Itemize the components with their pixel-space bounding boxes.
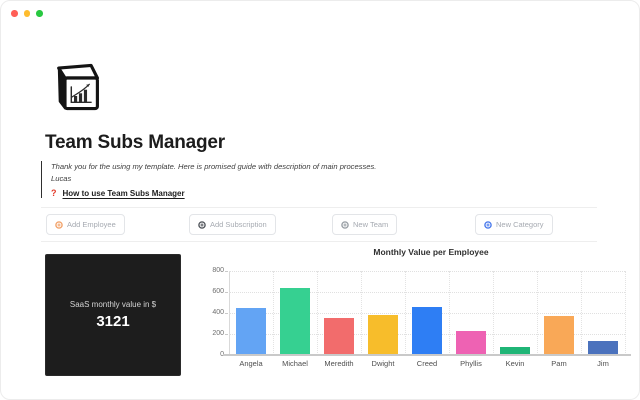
stat-card-label: SaaS monthly value in $ bbox=[70, 300, 156, 309]
add-circle-icon bbox=[341, 221, 349, 229]
window-controls bbox=[11, 10, 43, 17]
bar-meredith bbox=[324, 318, 354, 355]
y-tick-mark bbox=[225, 313, 228, 314]
add-circle-icon bbox=[55, 221, 63, 229]
y-tick-mark bbox=[225, 271, 228, 272]
x-label-angela: Angela bbox=[229, 359, 273, 368]
add-subscription-button[interactable]: Add Subscription bbox=[189, 214, 276, 235]
x-label-michael: Michael bbox=[273, 359, 317, 368]
x-label-creed: Creed bbox=[405, 359, 449, 368]
bar-slot bbox=[405, 271, 449, 355]
bar-slot bbox=[581, 271, 625, 355]
gridline bbox=[625, 271, 626, 355]
chart-x-axis bbox=[223, 354, 631, 356]
chart-title: Monthly Value per Employee bbox=[213, 247, 633, 257]
page-title: Team Subs Manager bbox=[45, 132, 225, 154]
y-tick-mark bbox=[225, 292, 228, 293]
bar-slot bbox=[273, 271, 317, 355]
action-button-label: Add Employee bbox=[67, 220, 116, 229]
how-to-use-link[interactable]: How to use Team Subs Manager bbox=[63, 189, 185, 198]
question-mark-icon: ? bbox=[51, 189, 57, 198]
monthly-value-chart: Monthly Value per Employee 0200400600800… bbox=[213, 247, 633, 381]
minimize-button[interactable] bbox=[24, 10, 31, 17]
add-employee-button[interactable]: Add Employee bbox=[46, 214, 125, 235]
bar-jim bbox=[588, 341, 618, 355]
x-label-dwight: Dwight bbox=[361, 359, 405, 368]
action-button-label: New Category bbox=[496, 220, 544, 229]
x-label-meredith: Meredith bbox=[317, 359, 361, 368]
new-team-button[interactable]: New Team bbox=[332, 214, 397, 235]
intro-author: Lucas bbox=[51, 173, 571, 185]
intro-quote-block: Thank you for the using my template. Her… bbox=[41, 161, 571, 198]
bar-slot bbox=[361, 271, 405, 355]
bar-slot bbox=[229, 271, 273, 355]
action-button-label: New Team bbox=[353, 220, 388, 229]
y-tick-label: 200 bbox=[211, 330, 224, 338]
x-label-phyllis: Phyllis bbox=[449, 359, 493, 368]
intro-text: Thank you for the using my template. Her… bbox=[51, 161, 571, 173]
bar-slot bbox=[317, 271, 361, 355]
app-window: Team Subs Manager Thank you for the usin… bbox=[0, 0, 640, 400]
x-label-pam: Pam bbox=[537, 359, 581, 368]
y-tick-label: 400 bbox=[211, 309, 224, 317]
bar-phyllis bbox=[456, 331, 486, 355]
x-label-jim: Jim bbox=[581, 359, 625, 368]
bar-michael bbox=[280, 288, 310, 355]
stat-card-value: 3121 bbox=[96, 313, 129, 330]
bar-pam bbox=[544, 316, 574, 355]
x-label-kevin: Kevin bbox=[493, 359, 537, 368]
add-circle-icon bbox=[484, 221, 492, 229]
add-circle-icon bbox=[198, 221, 206, 229]
bar-creed bbox=[412, 307, 442, 355]
action-button-label: Add Subscription bbox=[210, 220, 267, 229]
new-category-button[interactable]: New Category bbox=[475, 214, 553, 235]
zoom-button[interactable] bbox=[36, 10, 43, 17]
y-tick-label: 800 bbox=[211, 267, 224, 275]
help-link-row: ? How to use Team Subs Manager bbox=[51, 189, 571, 198]
page-logo-cube-chart-icon bbox=[47, 60, 101, 114]
divider-above-actions bbox=[41, 207, 597, 208]
bar-slot bbox=[537, 271, 581, 355]
y-tick-mark bbox=[225, 334, 228, 335]
divider-below-actions bbox=[41, 241, 597, 242]
bar-angela bbox=[236, 308, 266, 355]
y-tick-label: 600 bbox=[211, 288, 224, 296]
saas-monthly-value-card: SaaS monthly value in $ 3121 bbox=[45, 254, 181, 376]
actions-row: Add Employee Add Subscription New Team New … bbox=[1, 214, 640, 235]
bar-slot bbox=[449, 271, 493, 355]
chart-bars bbox=[229, 271, 625, 355]
close-button[interactable] bbox=[11, 10, 18, 17]
bar-dwight bbox=[368, 315, 398, 355]
bar-slot bbox=[493, 271, 537, 355]
chart-x-labels: AngelaMichaelMeredithDwightCreedPhyllisK… bbox=[229, 359, 625, 368]
